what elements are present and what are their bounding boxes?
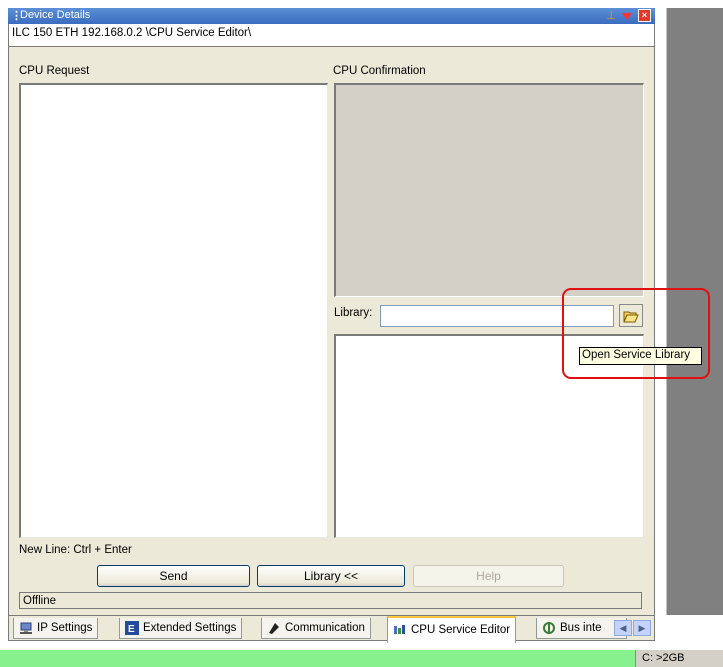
tab-label: Communication bbox=[285, 622, 365, 634]
tab-scroll-right-icon[interactable]: ▶ bbox=[633, 620, 651, 636]
device-path: ILC 150 ETH 192.168.0.2 \CPU Service Edi… bbox=[8, 24, 655, 46]
tab-label: CPU Service Editor bbox=[411, 624, 511, 636]
tab-strip: IP Settings E Extended Settings Communic… bbox=[8, 616, 655, 644]
tab-communication[interactable]: Communication bbox=[261, 618, 371, 639]
cpu-confirmation-output bbox=[334, 83, 644, 297]
send-button[interactable]: Send bbox=[97, 565, 250, 587]
connection-status: Offline bbox=[19, 592, 642, 609]
tab-cpu-service-editor[interactable]: CPU Service Editor bbox=[387, 616, 517, 644]
panel-title: Device Details bbox=[20, 9, 91, 21]
tab-label: Extended Settings bbox=[143, 622, 237, 634]
tab-scroll-left-icon[interactable]: ◀ bbox=[614, 620, 632, 636]
disk-space-indicator: C: >2GB bbox=[635, 650, 723, 667]
svg-text:E: E bbox=[128, 624, 135, 635]
tab-label: IP Settings bbox=[37, 622, 93, 634]
cpu-request-textarea[interactable] bbox=[19, 83, 328, 538]
panel-titlebar: ⋮ Device Details ⊥ × bbox=[8, 8, 655, 24]
help-button[interactable]: Help bbox=[413, 565, 564, 587]
new-line-hint: New Line: Ctrl + Enter bbox=[19, 544, 132, 556]
pin-icon[interactable]: ⊥ bbox=[606, 9, 616, 22]
cpu-service-editor-icon bbox=[394, 625, 405, 634]
library-toggle-button[interactable]: Library << bbox=[257, 565, 405, 587]
tab-extended-settings[interactable]: E Extended Settings bbox=[119, 618, 243, 639]
bus-interface-icon bbox=[543, 622, 555, 634]
status-bar bbox=[0, 650, 723, 667]
tab-label: Bus inte bbox=[560, 622, 602, 634]
tab-ip-settings[interactable]: IP Settings bbox=[13, 618, 99, 639]
library-label: Library: bbox=[334, 307, 373, 319]
cpu-confirmation-label: CPU Confirmation bbox=[333, 65, 426, 77]
highlight-annotation bbox=[562, 288, 710, 379]
dropdown-arrow-icon[interactable] bbox=[622, 13, 632, 20]
communication-icon bbox=[269, 623, 279, 634]
cpu-request-label: CPU Request bbox=[19, 65, 90, 77]
extended-settings-icon: E bbox=[125, 621, 139, 635]
ip-settings-icon bbox=[20, 622, 32, 634]
cpu-service-editor-panel: CPU Request CPU Confirmation Library: Ne… bbox=[8, 46, 655, 616]
close-icon[interactable]: × bbox=[638, 9, 651, 22]
